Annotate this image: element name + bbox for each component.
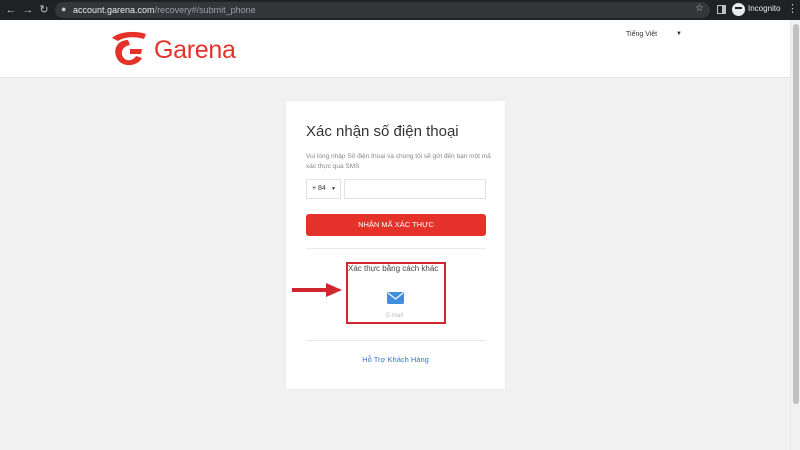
- arrow-right-icon: [292, 283, 342, 297]
- browser-toolbar: ← → ↻ ● account.garena.com/recovery#/sub…: [0, 0, 800, 20]
- side-panel-icon[interactable]: [717, 5, 726, 14]
- customer-support-link[interactable]: Hỗ Trợ Khách Hàng: [286, 355, 505, 364]
- bookmark-star-icon[interactable]: ☆: [695, 3, 704, 14]
- reload-icon[interactable]: ↻: [37, 3, 51, 17]
- page-scrollbar[interactable]: [790, 20, 800, 450]
- url-text[interactable]: account.garena.com/recovery#/submit_phon…: [73, 4, 256, 16]
- divider: [306, 340, 486, 341]
- browser-menu-icon[interactable]: ⋮: [787, 2, 798, 15]
- annotation-highlight-box: [346, 262, 446, 324]
- scrollbar-thumb[interactable]: [793, 24, 799, 404]
- url-path: /recovery#/submit_phone: [154, 5, 256, 15]
- incognito-icon[interactable]: [732, 3, 745, 16]
- caret-down-icon: ▼: [331, 186, 336, 192]
- site-header: Garena Tiếng Việt ▼: [0, 20, 790, 78]
- verify-phone-card: Xác nhận số điện thoại Vui lòng nhập Số …: [286, 101, 505, 389]
- caret-down-icon: ▼: [676, 31, 682, 37]
- language-label: Tiếng Việt: [626, 31, 658, 38]
- garena-logo-icon: [112, 31, 146, 66]
- country-code-value: + 84: [312, 185, 326, 192]
- instruction-text: Vui lòng nhập Số điện thoại và chúng tôi…: [306, 153, 491, 170]
- address-bar[interactable]: ● account.garena.com/recovery#/submit_ph…: [55, 2, 710, 18]
- back-arrow-icon[interactable]: ←: [4, 3, 18, 17]
- language-select[interactable]: Tiếng Việt ▼: [626, 31, 688, 38]
- get-code-button[interactable]: NHẬN MÃ XÁC THỰC: [306, 214, 486, 236]
- logo-text: Garena: [154, 36, 236, 64]
- forward-arrow-icon[interactable]: →: [21, 3, 35, 17]
- page-title: Xác nhận số điện thoại: [306, 123, 459, 140]
- divider: [306, 248, 486, 249]
- phone-number-input[interactable]: [344, 179, 486, 199]
- incognito-label[interactable]: Incognito: [748, 4, 780, 13]
- url-host: account.garena.com: [73, 5, 155, 15]
- country-code-select[interactable]: + 84 ▼: [306, 179, 341, 199]
- garena-logo[interactable]: Garena: [108, 30, 236, 70]
- lock-icon: ●: [61, 4, 67, 14]
